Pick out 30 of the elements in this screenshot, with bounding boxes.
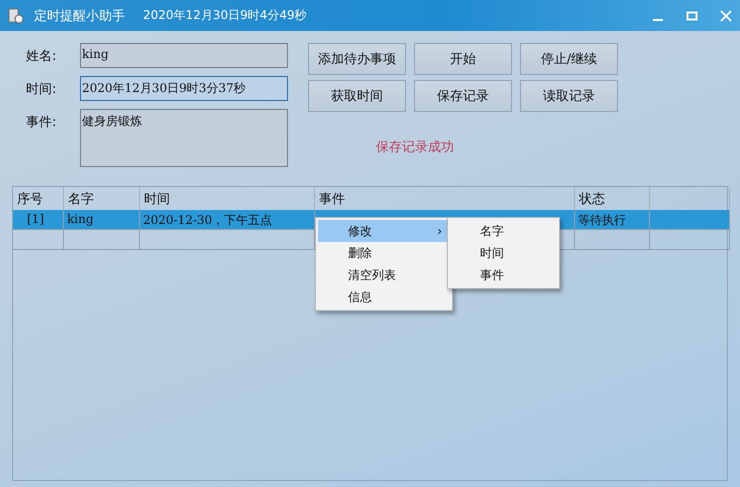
status-message: 保存记录成功: [376, 139, 455, 156]
field-label: 姓名:: [26, 48, 58, 65]
action-button[interactable]: 获取时间: [308, 80, 406, 112]
window-title: 定时提醒小助手: [34, 8, 125, 24]
action-button[interactable]: 保存记录: [414, 80, 512, 112]
input-field[interactable]: king: [80, 43, 288, 68]
table-cell: 2020-12-30，下午五点: [140, 210, 315, 230]
app-icon: [8, 8, 24, 24]
menu-item[interactable]: 信息: [318, 286, 450, 308]
table-cell: [1]: [13, 210, 64, 230]
menu-item[interactable]: 事件: [450, 264, 557, 286]
field-label: 事件:: [26, 114, 58, 131]
menu-item[interactable]: 清空列表: [318, 264, 450, 286]
table-cell: 等待执行: [575, 210, 650, 230]
menu-item[interactable]: 时间: [450, 242, 557, 264]
action-button[interactable]: 添加待办事项: [308, 43, 406, 75]
menu-item[interactable]: 修改 ›: [318, 220, 450, 242]
input-field[interactable]: 2020年12月30日9时3分37秒: [80, 76, 288, 101]
action-button[interactable]: 停止/继续: [520, 43, 618, 75]
text-area[interactable]: 健身房锻炼: [80, 109, 288, 167]
field-label: 时间:: [26, 81, 58, 98]
table-cell: king: [64, 210, 140, 230]
menu-item[interactable]: 名字: [450, 220, 557, 242]
action-button[interactable]: 开始: [414, 43, 512, 75]
maximize-icon[interactable]: [686, 10, 698, 22]
action-button[interactable]: 读取记录: [520, 80, 618, 112]
menu-item[interactable]: 删除: [318, 242, 450, 264]
title-clock: 2020年12月30日9时4分49秒: [143, 7, 307, 24]
close-icon[interactable]: [720, 10, 732, 22]
chevron-icon: ›: [437, 224, 442, 238]
